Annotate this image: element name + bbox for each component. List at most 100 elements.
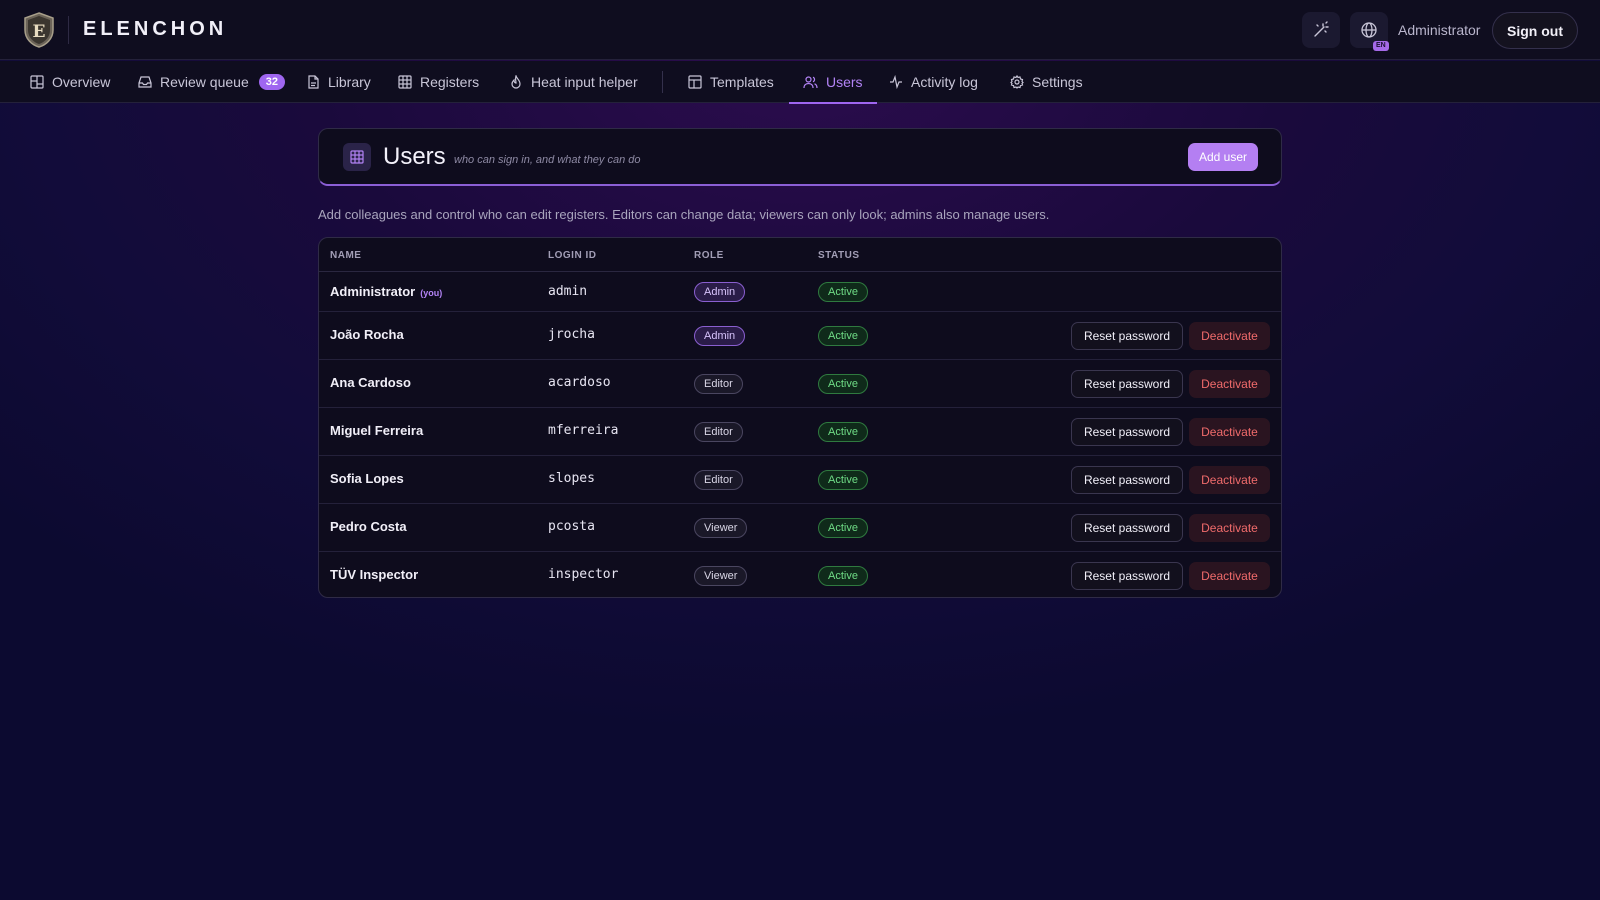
deactivate-button[interactable]: Deactivate [1189, 370, 1270, 398]
column-header-role: ROLE [694, 250, 724, 261]
nav-item-overview[interactable]: Overview [30, 61, 110, 103]
top-bar: E ELENCHON EN Administrator Sign out [0, 0, 1600, 60]
deactivate-button[interactable]: Deactivate [1189, 466, 1270, 494]
login-id-cell: pcosta [548, 519, 595, 534]
main-nav: Overview Review queue 32 Library Registe… [0, 61, 1600, 104]
nav-label: Heat input helper [531, 74, 638, 90]
gear-icon [1010, 75, 1024, 89]
table-icon [398, 75, 412, 89]
nav-item-users[interactable]: Users [789, 61, 877, 104]
user-name: Administrator [330, 284, 416, 299]
nav-label: Review queue [160, 74, 249, 90]
table-row: João Rocha jrocha Admin Active Reset pas… [319, 312, 1281, 360]
login-id-cell: inspector [548, 567, 619, 582]
status-badge: Active [818, 326, 868, 346]
table-row: Administrator (you) admin Admin Active [319, 272, 1281, 312]
logo-icon[interactable]: E [22, 12, 56, 48]
nav-label: Settings [1032, 74, 1083, 90]
deactivate-button[interactable]: Deactivate [1189, 322, 1270, 350]
deactivate-button[interactable]: Deactivate [1189, 418, 1270, 446]
login-id-cell: slopes [548, 471, 595, 486]
globe-icon [1361, 22, 1377, 38]
table-row: Sofia Lopes slopes Editor Active Reset p… [319, 456, 1281, 504]
user-name-cell: Administrator (you) [330, 284, 442, 299]
nav-label: Templates [710, 74, 774, 90]
magic-wand-icon [1314, 21, 1329, 37]
template-icon [688, 75, 702, 89]
reset-password-button[interactable]: Reset password [1071, 514, 1183, 542]
page-header-card: Users who can sign in, and what they can… [318, 128, 1282, 186]
magic-wand-button[interactable] [1302, 12, 1340, 48]
nav-divider [662, 71, 663, 93]
page-subtitle: who can sign in, and what they can do [454, 154, 641, 166]
role-badge: Admin [694, 282, 746, 302]
brand-name: ELENCHON [83, 18, 228, 40]
inbox-icon [138, 76, 152, 88]
role-badge: Editor [694, 374, 743, 394]
status-badge: Active [818, 566, 868, 586]
sign-out-button[interactable]: Sign out [1492, 12, 1578, 49]
language-badge: EN [1373, 41, 1389, 51]
table-header: NAME LOGIN ID ROLE STATUS [319, 238, 1281, 272]
nav-label: Overview [52, 74, 111, 90]
status-badge: Active [818, 518, 868, 538]
nav-item-settings[interactable]: Settings [1010, 61, 1083, 103]
user-name: João Rocha [330, 327, 404, 342]
status-badge: Active [818, 282, 868, 302]
role-badge: Admin [694, 326, 746, 346]
login-id-cell: acardoso [548, 375, 611, 390]
user-name: TÜV Inspector [330, 567, 419, 582]
page-description: Add colleagues and control who can edit … [318, 207, 1050, 222]
svg-text:E: E [33, 22, 46, 42]
users-table-icon [343, 143, 371, 171]
user-name: Miguel Ferreira [330, 423, 424, 438]
role-badge: Viewer [694, 518, 748, 538]
nav-label: Library [328, 74, 371, 90]
nav-item-activity-log[interactable]: Activity log [889, 61, 978, 103]
nav-label: Activity log [911, 74, 978, 90]
role-badge: Editor [694, 422, 743, 442]
page-title: Users [383, 143, 446, 170]
nav-label: Users [826, 74, 863, 90]
column-header-name: NAME [330, 250, 362, 261]
nav-item-templates[interactable]: Templates [688, 61, 774, 103]
add-user-button[interactable]: Add user [1188, 143, 1258, 171]
nav-item-library[interactable]: Library [306, 61, 371, 103]
reset-password-button[interactable]: Reset password [1071, 466, 1183, 494]
user-name: Ana Cardoso [330, 375, 411, 390]
flame-icon [511, 75, 521, 89]
current-user-name: Administrator [1398, 22, 1481, 38]
status-badge: Active [818, 470, 868, 490]
table-row: TÜV Inspector inspector Viewer Active Re… [319, 552, 1281, 597]
nav-item-registers[interactable]: Registers [398, 61, 479, 103]
activity-icon [890, 75, 902, 89]
table-row: Miguel Ferreira mferreira Editor Active … [319, 408, 1281, 456]
you-tag: (you) [420, 288, 443, 298]
user-name: Sofia Lopes [330, 471, 404, 486]
reset-password-button[interactable]: Reset password [1071, 322, 1183, 350]
table-row: Pedro Costa pcosta Viewer Active Reset p… [319, 504, 1281, 552]
users-icon [803, 76, 818, 89]
table-row: Ana Cardoso acardoso Editor Active Reset… [319, 360, 1281, 408]
logo-divider [68, 16, 69, 44]
nav-item-review-queue[interactable]: Review queue 32 [138, 61, 285, 103]
login-id-cell: mferreira [548, 423, 619, 438]
nav-label: Registers [420, 74, 480, 90]
deactivate-button[interactable]: Deactivate [1189, 562, 1270, 590]
reset-password-button[interactable]: Reset password [1071, 370, 1183, 398]
reset-password-button[interactable]: Reset password [1071, 562, 1183, 590]
review-count-badge: 32 [258, 74, 285, 90]
reset-password-button[interactable]: Reset password [1071, 418, 1183, 446]
users-table: NAME LOGIN ID ROLE STATUS Administrator (… [318, 237, 1282, 598]
file-icon [308, 75, 319, 89]
deactivate-button[interactable]: Deactivate [1189, 514, 1270, 542]
role-badge: Editor [694, 470, 743, 490]
status-badge: Active [818, 422, 868, 442]
login-id-cell: admin [548, 284, 588, 299]
status-badge: Active [818, 374, 868, 394]
nav-item-heat-input-helper[interactable]: Heat input helper [509, 61, 638, 103]
column-header-login-id: LOGIN ID [548, 250, 597, 261]
column-header-status: STATUS [818, 250, 860, 261]
user-name: Pedro Costa [330, 519, 407, 534]
login-id-cell: jrocha [548, 327, 595, 342]
